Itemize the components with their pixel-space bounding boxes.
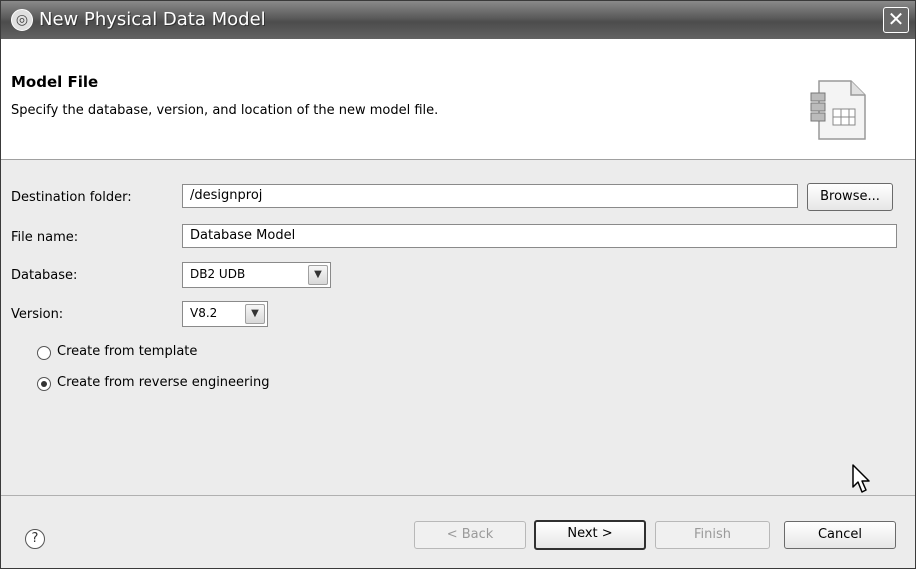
page-description: Specify the database, version, and locat…: [11, 103, 439, 118]
close-icon: ✕: [887, 7, 905, 31]
finish-button[interactable]: Finish: [655, 521, 770, 549]
create-from-reverse-engineering-label[interactable]: Create from reverse engineering: [57, 375, 270, 390]
next-button[interactable]: Next >: [534, 520, 646, 550]
footer-separator: [1, 495, 915, 496]
page-title: Model File: [11, 73, 99, 91]
file-name-field[interactable]: Database Model: [182, 224, 897, 248]
version-select[interactable]: V8.2 ▼: [182, 301, 268, 327]
create-from-template-label[interactable]: Create from template: [57, 344, 197, 359]
file-name-label: File name:: [11, 230, 79, 245]
back-button[interactable]: < Back: [414, 521, 526, 549]
new-physical-data-model-dialog: ◎ New Physical Data Model ✕ Model File S…: [0, 0, 916, 569]
wizard-banner: Model File Specify the database, version…: [1, 39, 915, 160]
window-title: New Physical Data Model: [39, 9, 266, 30]
version-label: Version:: [11, 307, 64, 322]
cancel-button[interactable]: Cancel: [784, 521, 896, 549]
create-from-template-radio[interactable]: [37, 346, 51, 360]
database-label: Database:: [11, 268, 78, 283]
chevron-down-icon[interactable]: ▼: [308, 265, 328, 285]
chevron-down-icon[interactable]: ▼: [245, 304, 265, 324]
mouse-cursor-icon: [852, 464, 870, 493]
destination-folder-label: Destination folder:: [11, 190, 132, 205]
browse-button[interactable]: Browse...: [807, 183, 893, 211]
database-select[interactable]: DB2 UDB ▼: [182, 262, 331, 288]
version-selected-value: V8.2: [190, 306, 218, 320]
close-button[interactable]: ✕: [883, 7, 909, 33]
app-icon: ◎: [11, 9, 33, 31]
help-icon[interactable]: ?: [25, 529, 45, 549]
destination-folder-field[interactable]: /designproj: [182, 184, 798, 208]
title-bar[interactable]: ◎ New Physical Data Model ✕: [1, 1, 915, 39]
database-selected-value: DB2 UDB: [190, 267, 246, 281]
create-from-reverse-engineering-radio[interactable]: [37, 377, 51, 391]
data-model-file-icon: [810, 80, 866, 140]
